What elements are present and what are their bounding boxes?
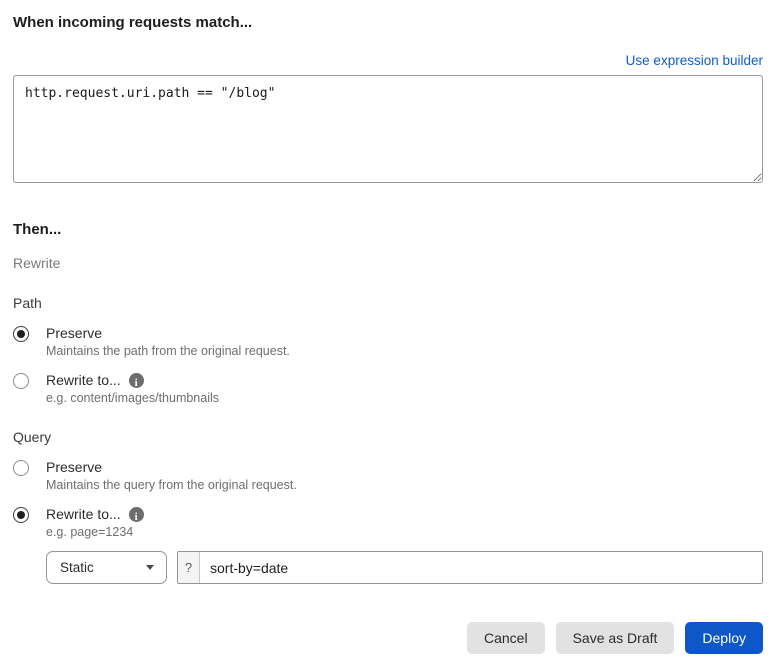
query-rewrite-radio[interactable]	[13, 507, 29, 523]
option-label-row: Rewrite to...	[46, 372, 763, 388]
path-rewrite-option: Rewrite to... e.g. content/images/thumbn…	[13, 372, 763, 405]
option-body: Preserve Maintains the query from the or…	[46, 459, 763, 492]
query-prefix-badge: ?	[178, 552, 200, 583]
path-preserve-radio[interactable]	[13, 326, 29, 342]
rewrite-type-dropdown[interactable]: Static	[46, 551, 167, 584]
query-rewrite-label[interactable]: Rewrite to...	[46, 506, 121, 522]
query-value-input[interactable]	[200, 552, 762, 583]
info-icon[interactable]	[128, 506, 144, 522]
path-preserve-option: Preserve Maintains the path from the ori…	[13, 325, 763, 358]
path-rewrite-description: e.g. content/images/thumbnails	[46, 391, 220, 405]
info-icon[interactable]	[128, 372, 144, 388]
option-label-row: Rewrite to...	[46, 506, 763, 522]
use-expression-builder-link[interactable]: Use expression builder	[626, 53, 763, 68]
chevron-down-icon	[146, 565, 154, 570]
query-value-input-group: ?	[177, 551, 763, 584]
rewrite-type-dropdown-value: Static	[60, 560, 94, 575]
save-as-draft-button[interactable]: Save as Draft	[555, 622, 675, 654]
action-button-row: Cancel Save as Draft Deploy	[0, 622, 763, 654]
path-preserve-description: Maintains the path from the original req…	[46, 344, 290, 358]
path-rewrite-radio[interactable]	[13, 373, 29, 389]
query-rewrite-description: e.g. page=1234	[46, 525, 134, 539]
query-group-label: Query	[13, 429, 52, 445]
query-rewrite-controls: Static ?	[46, 551, 763, 584]
path-group-label: Path	[13, 295, 42, 311]
builder-link-row: Use expression builder	[13, 52, 763, 70]
option-label-row: Preserve	[46, 459, 763, 475]
query-preserve-description: Maintains the query from the original re…	[46, 478, 297, 492]
query-preserve-label[interactable]: Preserve	[46, 459, 102, 475]
option-body: Rewrite to... e.g. page=1234	[46, 506, 763, 539]
option-label-row: Preserve	[46, 325, 763, 341]
query-rewrite-option: Rewrite to... e.g. page=1234	[13, 506, 763, 539]
deploy-button[interactable]: Deploy	[685, 622, 763, 654]
action-label: Rewrite	[13, 255, 61, 271]
path-rewrite-label[interactable]: Rewrite to...	[46, 372, 121, 388]
rule-editor: When incoming requests match... Use expr…	[0, 0, 778, 584]
query-preserve-option: Preserve Maintains the query from the or…	[13, 459, 763, 492]
option-body: Preserve Maintains the path from the ori…	[46, 325, 763, 358]
query-preserve-radio[interactable]	[13, 460, 29, 476]
option-body: Rewrite to... e.g. content/images/thumbn…	[46, 372, 763, 405]
expression-editor-textarea[interactable]: http.request.uri.path == "/blog"	[13, 75, 763, 183]
then-section-heading: Then...	[13, 221, 62, 238]
path-preserve-label[interactable]: Preserve	[46, 325, 102, 341]
match-section-heading: When incoming requests match...	[13, 14, 253, 31]
cancel-button[interactable]: Cancel	[466, 622, 545, 654]
